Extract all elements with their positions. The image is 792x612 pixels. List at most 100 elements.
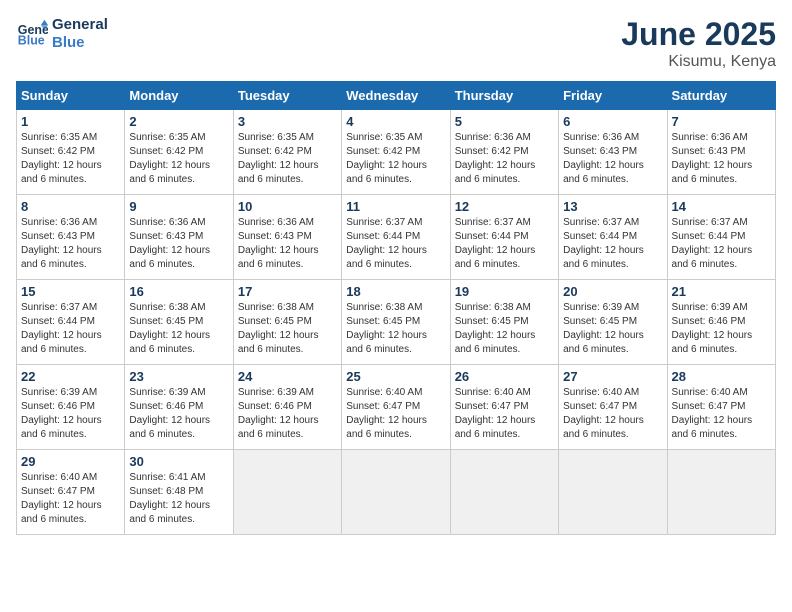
day-number: 7 — [672, 114, 771, 129]
day-cell: 7 Sunrise: 6:36 AMSunset: 6:43 PMDaylight… — [667, 110, 775, 195]
day-number: 25 — [346, 369, 445, 384]
week-row-0: 1Sunrise: 6:35 AMSunset: 6:42 PMDaylight… — [17, 110, 776, 195]
day-cell: 30Sunrise: 6:41 AMSunset: 6:48 PMDayligh… — [125, 450, 233, 535]
logo: General Blue General Blue — [16, 16, 108, 52]
day-cell — [559, 450, 667, 535]
day-number: 22 — [21, 369, 120, 384]
day-cell: 18 Sunrise: 6:38 AMSunset: 6:45 PMDayligh… — [342, 280, 450, 365]
day-cell: 25Sunrise: 6:40 AMSunset: 6:47 PMDayligh… — [342, 365, 450, 450]
weekday-header-tuesday: Tuesday — [233, 82, 341, 110]
day-info: Sunrise: 6:36 AMSunset: 6:43 PMDaylight:… — [21, 216, 120, 272]
day-cell: 24Sunrise: 6:39 AMSunset: 6:46 PMDayligh… — [233, 365, 341, 450]
day-cell: 10 Sunrise: 6:36 AMSunset: 6:43 PMDayligh… — [233, 195, 341, 280]
day-cell: 15 Sunrise: 6:37 AMSunset: 6:44 PMDayligh… — [17, 280, 125, 365]
weekday-header-saturday: Saturday — [667, 82, 775, 110]
calendar-body: 1Sunrise: 6:35 AMSunset: 6:42 PMDaylight… — [17, 110, 776, 535]
day-number: 8 — [21, 199, 120, 214]
day-info: Sunrise: 6:36 AMSunset: 6:43 PMDaylight:… — [563, 131, 662, 187]
day-cell: 23Sunrise: 6:39 AMSunset: 6:46 PMDayligh… — [125, 365, 233, 450]
day-cell: 9 Sunrise: 6:36 AMSunset: 6:43 PMDaylight… — [125, 195, 233, 280]
day-info: Sunrise: 6:39 AMSunset: 6:46 PMDaylight:… — [672, 301, 771, 357]
day-number: 16 — [129, 284, 228, 299]
day-cell — [342, 450, 450, 535]
day-number: 21 — [672, 284, 771, 299]
day-info: Sunrise: 6:38 AMSunset: 6:45 PMDaylight:… — [238, 301, 337, 357]
day-cell: 13 Sunrise: 6:37 AMSunset: 6:44 PMDayligh… — [559, 195, 667, 280]
day-info: Sunrise: 6:37 AMSunset: 6:44 PMDaylight:… — [563, 216, 662, 272]
day-number: 6 — [563, 114, 662, 129]
weekday-header-row: SundayMondayTuesdayWednesdayThursdayFrid… — [17, 82, 776, 110]
title-block: June 2025 Kisumu, Kenya — [621, 16, 776, 71]
day-info: Sunrise: 6:35 AMSunset: 6:42 PMDaylight:… — [238, 131, 337, 187]
day-cell: 1Sunrise: 6:35 AMSunset: 6:42 PMDaylight… — [17, 110, 125, 195]
day-info: Sunrise: 6:38 AMSunset: 6:45 PMDaylight:… — [455, 301, 554, 357]
day-cell: 2 Sunrise: 6:35 AMSunset: 6:42 PMDaylight… — [125, 110, 233, 195]
day-number: 18 — [346, 284, 445, 299]
day-cell: 16 Sunrise: 6:38 AMSunset: 6:45 PMDayligh… — [125, 280, 233, 365]
day-number: 19 — [455, 284, 554, 299]
day-info: Sunrise: 6:37 AMSunset: 6:44 PMDaylight:… — [346, 216, 445, 272]
day-info: Sunrise: 6:37 AMSunset: 6:44 PMDaylight:… — [672, 216, 771, 272]
calendar-table: SundayMondayTuesdayWednesdayThursdayFrid… — [16, 81, 776, 535]
day-number: 5 — [455, 114, 554, 129]
day-cell: 8 Sunrise: 6:36 AMSunset: 6:43 PMDaylight… — [17, 195, 125, 280]
svg-text:Blue: Blue — [18, 34, 45, 48]
weekday-header-thursday: Thursday — [450, 82, 558, 110]
day-number: 20 — [563, 284, 662, 299]
day-cell — [233, 450, 341, 535]
day-number: 3 — [238, 114, 337, 129]
day-info: Sunrise: 6:39 AMSunset: 6:46 PMDaylight:… — [238, 386, 337, 442]
day-cell: 12 Sunrise: 6:37 AMSunset: 6:44 PMDayligh… — [450, 195, 558, 280]
day-cell: 6 Sunrise: 6:36 AMSunset: 6:43 PMDaylight… — [559, 110, 667, 195]
day-info: Sunrise: 6:40 AMSunset: 6:47 PMDaylight:… — [672, 386, 771, 442]
logo-icon: General Blue — [16, 18, 48, 50]
day-cell: 4 Sunrise: 6:35 AMSunset: 6:42 PMDaylight… — [342, 110, 450, 195]
day-number: 11 — [346, 199, 445, 214]
day-cell: 22Sunrise: 6:39 AMSunset: 6:46 PMDayligh… — [17, 365, 125, 450]
day-number: 30 — [129, 454, 228, 469]
day-number: 17 — [238, 284, 337, 299]
day-number: 9 — [129, 199, 228, 214]
day-info: Sunrise: 6:35 AMSunset: 6:42 PMDaylight:… — [129, 131, 228, 187]
day-info: Sunrise: 6:36 AMSunset: 6:43 PMDaylight:… — [129, 216, 228, 272]
day-number: 10 — [238, 199, 337, 214]
day-info: Sunrise: 6:37 AMSunset: 6:44 PMDaylight:… — [455, 216, 554, 272]
week-row-2: 15 Sunrise: 6:37 AMSunset: 6:44 PMDayligh… — [17, 280, 776, 365]
day-cell: 29 Sunrise: 6:40 AMSunset: 6:47 PMDayligh… — [17, 450, 125, 535]
logo-line1: General — [52, 16, 108, 34]
day-info: Sunrise: 6:35 AMSunset: 6:42 PMDaylight:… — [21, 131, 120, 187]
day-info: Sunrise: 6:37 AMSunset: 6:44 PMDaylight:… — [21, 301, 120, 357]
day-number: 23 — [129, 369, 228, 384]
day-number: 29 — [21, 454, 120, 469]
logo-line2: Blue — [52, 34, 108, 52]
day-info: Sunrise: 6:38 AMSunset: 6:45 PMDaylight:… — [346, 301, 445, 357]
weekday-header-friday: Friday — [559, 82, 667, 110]
weekday-header-sunday: Sunday — [17, 82, 125, 110]
day-info: Sunrise: 6:35 AMSunset: 6:42 PMDaylight:… — [346, 131, 445, 187]
day-number: 12 — [455, 199, 554, 214]
day-info: Sunrise: 6:38 AMSunset: 6:45 PMDaylight:… — [129, 301, 228, 357]
day-number: 14 — [672, 199, 771, 214]
day-info: Sunrise: 6:40 AMSunset: 6:47 PMDaylight:… — [563, 386, 662, 442]
day-info: Sunrise: 6:36 AMSunset: 6:43 PMDaylight:… — [238, 216, 337, 272]
day-cell: 3 Sunrise: 6:35 AMSunset: 6:42 PMDaylight… — [233, 110, 341, 195]
day-cell: 28Sunrise: 6:40 AMSunset: 6:47 PMDayligh… — [667, 365, 775, 450]
day-number: 15 — [21, 284, 120, 299]
day-info: Sunrise: 6:36 AMSunset: 6:43 PMDaylight:… — [672, 131, 771, 187]
day-cell — [667, 450, 775, 535]
day-number: 26 — [455, 369, 554, 384]
day-cell — [450, 450, 558, 535]
week-row-4: 29 Sunrise: 6:40 AMSunset: 6:47 PMDayligh… — [17, 450, 776, 535]
day-cell: 14 Sunrise: 6:37 AMSunset: 6:44 PMDayligh… — [667, 195, 775, 280]
day-info: Sunrise: 6:36 AMSunset: 6:42 PMDaylight:… — [455, 131, 554, 187]
day-number: 13 — [563, 199, 662, 214]
day-number: 2 — [129, 114, 228, 129]
day-info: Sunrise: 6:40 AMSunset: 6:47 PMDaylight:… — [21, 471, 120, 527]
day-info: Sunrise: 6:40 AMSunset: 6:47 PMDaylight:… — [455, 386, 554, 442]
location: Kisumu, Kenya — [621, 53, 776, 71]
week-row-1: 8 Sunrise: 6:36 AMSunset: 6:43 PMDaylight… — [17, 195, 776, 280]
day-number: 4 — [346, 114, 445, 129]
day-cell: 19 Sunrise: 6:38 AMSunset: 6:45 PMDayligh… — [450, 280, 558, 365]
day-cell: 17 Sunrise: 6:38 AMSunset: 6:45 PMDayligh… — [233, 280, 341, 365]
day-cell: 5 Sunrise: 6:36 AMSunset: 6:42 PMDaylight… — [450, 110, 558, 195]
